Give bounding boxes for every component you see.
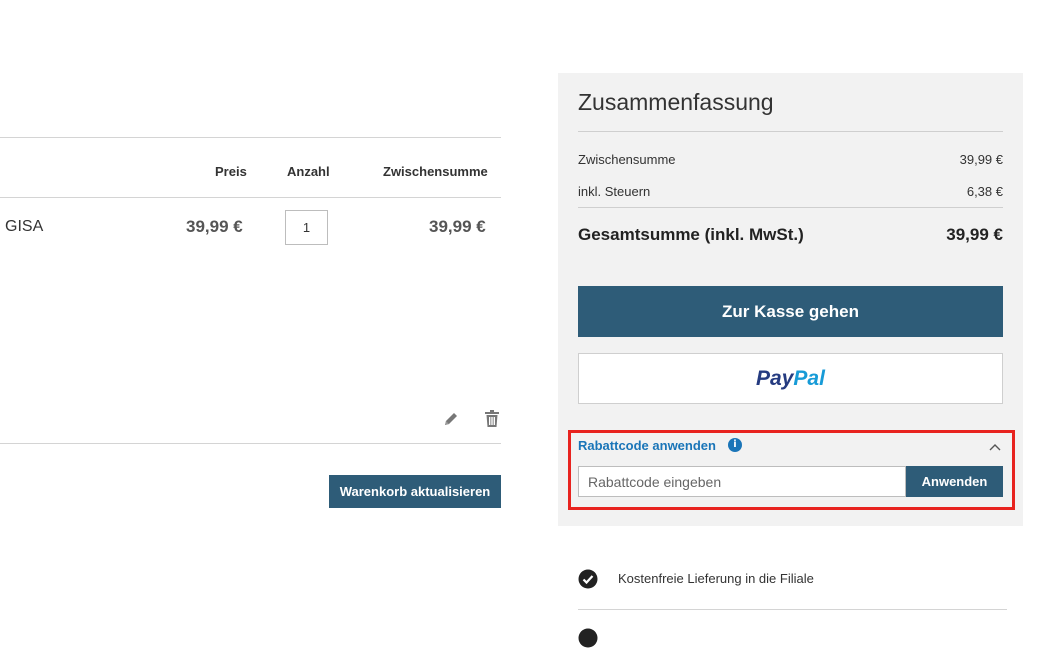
grand-total-value: 39,99 €	[946, 225, 1003, 244]
circle-icon	[578, 628, 598, 648]
column-header-quantity: Anzahl	[287, 164, 330, 179]
checkout-button[interactable]: Zur Kasse gehen	[578, 286, 1003, 337]
summary-divider-top	[578, 131, 1003, 132]
summary-title: Zusammenfassung	[578, 89, 774, 115]
benefit-text: Kostenfreie Lieferung in die Filiale	[618, 571, 814, 586]
column-header-price: Preis	[215, 164, 247, 179]
column-header-subtotal: Zwischensumme	[383, 164, 488, 179]
check-circle-icon	[578, 569, 598, 589]
summary-divider-total	[578, 207, 1003, 208]
cart-header-divider	[0, 197, 501, 198]
paypal-button[interactable]: PayPal	[578, 353, 1003, 404]
grand-total-label: Gesamtsumme (inkl. MwSt.)	[578, 225, 804, 244]
item-subtotal: 39,99 €	[429, 217, 486, 236]
update-cart-button[interactable]: Warenkorb aktualisieren	[329, 475, 501, 508]
apply-coupon-button[interactable]: Anwenden	[906, 466, 1003, 497]
benefit-divider	[578, 609, 1007, 610]
coupon-code-input[interactable]	[578, 466, 906, 497]
pencil-icon[interactable]	[441, 409, 461, 429]
tax-value: 6,38 €	[966, 184, 1003, 199]
cart-divider-top	[0, 137, 501, 138]
paypal-logo-pay: Pay	[756, 366, 794, 390]
paypal-logo-pal: Pal	[793, 366, 825, 390]
chevron-up-icon[interactable]	[989, 439, 1001, 451]
coupon-toggle[interactable]: Rabattcode anwenden	[578, 438, 716, 453]
quantity-input[interactable]	[285, 210, 328, 245]
cart-divider-bottom	[0, 443, 501, 444]
order-summary-panel: Zusammenfassung Zwischensumme 39,99 € in…	[558, 73, 1023, 526]
item-price: 39,99 €	[186, 217, 243, 236]
subtotal-value: 39,99 €	[959, 152, 1003, 167]
trash-icon[interactable]	[482, 409, 502, 429]
info-icon[interactable]: i	[728, 438, 742, 452]
subtotal-label: Zwischensumme	[578, 152, 676, 167]
item-name[interactable]: GISA	[5, 218, 43, 236]
tax-label: inkl. Steuern	[578, 184, 651, 199]
